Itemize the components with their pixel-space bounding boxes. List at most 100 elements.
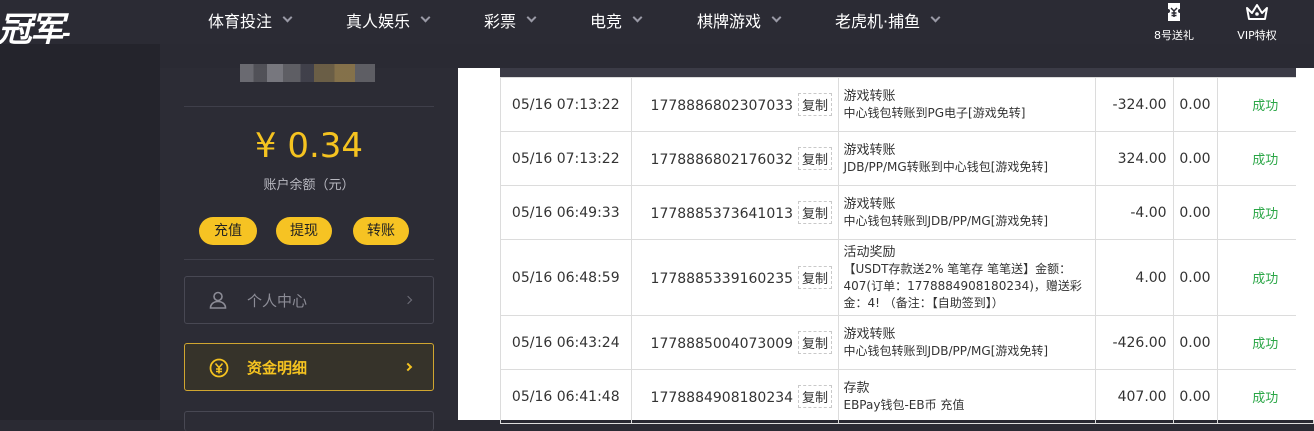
nav-sports[interactable]: 体育投注 [208,10,293,31]
order-id: 1778884908180234 [650,390,794,406]
nav-card-games[interactable]: 棋牌游戏 [697,10,782,31]
cell-time: 05/16 06:48:59 [500,239,632,316]
transaction-detail: JDB/PP/MG转账到中心钱包[游戏免转] [843,159,1049,174]
ticket-icon [1168,3,1180,21]
balance-label: 账户余额（元） [263,178,355,193]
nav-lottery[interactable]: 彩票 [484,10,537,31]
cell-time: 05/16 07:13:22 [500,131,632,186]
cell-amount: 407.00 [1094,369,1174,424]
menu-label: 个人中心 [247,292,308,310]
user-icon [209,291,227,309]
cell-order-id: 1778885373641013 复制 [630,185,840,240]
copy-button[interactable]: 复制 [798,385,833,408]
withdraw-button[interactable]: 提现 [276,217,332,245]
nav-label: 真人娱乐 [346,12,411,31]
table-row: 05/16 06:49:33 1778885373641013 复制 游戏转账 中心… [500,185,1314,240]
nav-label: 彩票 [484,12,517,31]
order-id: 1778885373641013 [650,206,794,222]
nav-label: 老虎机·捕鱼 [835,12,921,31]
chevron-down-icon [282,12,293,23]
table-row: 05/16 06:43:24 1778885004073009 复制 游戏转账 中心… [500,315,1314,370]
order-id: 1778886802307033 [650,98,794,114]
table-row: 05/16 06:48:59 1778885339160235 复制 活动奖励 【U… [500,239,1314,316]
transaction-detail: 【USDT存款送2% 笔笔存 笔笔送】金额：407(订单：17788849081… [843,261,1082,310]
transaction-detail: 中心钱包转账到PG电子[游戏免转] [843,105,1026,120]
promo-label: 8号送礼 [1154,29,1194,42]
cell-time: 05/16 07:13:22 [500,77,632,132]
chevron-right-icon [403,295,413,305]
cell-amount: 324.00 [1094,131,1174,186]
table-row: 05/16 07:13:22 1778886802307033 复制 游戏转账 中心… [500,77,1314,132]
cell-amount: -324.00 [1094,77,1174,132]
chevron-down-icon [526,12,537,23]
menu-fund-details[interactable]: 资金明细 [184,343,434,391]
nav-label: 电竞 [590,12,623,31]
transaction-type: 存款 [843,380,870,396]
nav-esports[interactable]: 电竞 [590,10,643,31]
chevron-down-icon [420,12,431,23]
cell-order-id: 1778886802176032 复制 [630,131,840,186]
account-sidebar: ¥ 0.34 账户余额（元） 充值 提现 转账 个人中心 资金明细 [160,64,458,431]
cell-balance: 0.00 [1172,369,1218,424]
transaction-detail: 中心钱包转账到JDB/PP/MG[游戏免转] [843,213,1049,228]
divider [184,106,434,107]
cell-balance: 0.00 [1172,185,1218,240]
transaction-type: 游戏转账 [843,88,896,104]
cell-description: 游戏转账 中心钱包转账到PG电子[游戏免转] [838,77,1096,132]
order-id: 1778885339160235 [650,271,794,287]
vertical-scrollbar[interactable] [1296,68,1314,420]
transfer-button[interactable]: 转账 [353,217,409,245]
cell-description: 活动奖励 【USDT存款送2% 笔笔存 笔笔送】金额：407(订单：1778884… [838,239,1096,316]
cell-order-id: 1778884908180234 复制 [630,369,840,424]
cell-order-id: 1778885339160235 复制 [630,239,840,316]
cell-time: 05/16 06:43:24 [500,315,632,370]
order-id: 1778885004073009 [650,336,794,352]
menu-label: 资金明细 [247,359,308,377]
top-navigation-bar: 冠军- 体育投注 真人娱乐 彩票 电竞 棋牌游戏 老虎机·捕鱼 8号送礼 VIP… [0,0,1314,50]
divider [184,259,434,260]
cell-description: 存款 EBPay钱包-EB币 充值 [838,369,1096,424]
chevron-right-icon [403,362,413,372]
transaction-detail: 中心钱包转账到JDB/PP/MG[游戏免转] [843,343,1049,358]
vip-label: VIP特权 [1237,29,1277,42]
transaction-detail: EBPay钱包-EB币 充值 [843,397,965,412]
cell-amount: -4.00 [1094,185,1174,240]
copy-button[interactable]: 复制 [798,93,833,116]
cell-order-id: 1778885004073009 复制 [630,315,840,370]
nav-slots-fishing[interactable]: 老虎机·捕鱼 [835,10,941,31]
chevron-down-icon [632,12,643,23]
deposit-button[interactable]: 充值 [199,217,257,245]
table-row: 05/16 06:41:48 1778884908180234 复制 存款 EBPa… [500,369,1314,424]
cell-balance: 0.00 [1172,239,1218,316]
promo-gift-link[interactable]: 8号送礼 [1139,0,1209,44]
transaction-type: 游戏转账 [843,142,896,158]
copy-button[interactable]: 复制 [798,266,833,289]
table-header [500,68,1314,77]
order-id: 1778886802176032 [650,152,794,168]
menu-item-partial[interactable] [184,411,434,431]
chevron-down-icon [930,12,941,23]
cell-description: 游戏转账 JDB/PP/MG转账到中心钱包[游戏免转] [838,131,1096,186]
copy-button[interactable]: 复制 [798,331,833,354]
transaction-type: 游戏转账 [843,196,896,212]
username-blurred [240,64,375,82]
cell-amount: 4.00 [1094,239,1174,316]
chevron-down-icon [771,12,782,23]
vip-link[interactable]: VIP特权 [1222,0,1292,44]
cell-balance: 0.00 [1172,131,1218,186]
cell-time: 05/16 06:49:33 [500,185,632,240]
yuan-icon [209,358,229,378]
transaction-type: 游戏转账 [843,326,896,342]
copy-button[interactable]: 复制 [798,201,833,224]
nav-label: 棋牌游戏 [697,12,762,31]
nav-live-casino[interactable]: 真人娱乐 [346,10,431,31]
nav-label: 体育投注 [208,12,273,31]
cell-description: 游戏转账 中心钱包转账到JDB/PP/MG[游戏免转] [838,185,1096,240]
cell-amount: -426.00 [1094,315,1174,370]
cell-balance: 0.00 [1172,315,1218,370]
crown-icon [1246,4,1268,20]
cell-balance: 0.00 [1172,77,1218,132]
copy-button[interactable]: 复制 [798,147,833,170]
table-row: 05/16 07:13:22 1778886802176032 复制 游戏转账 JD… [500,131,1314,186]
menu-personal-center[interactable]: 个人中心 [184,276,434,324]
